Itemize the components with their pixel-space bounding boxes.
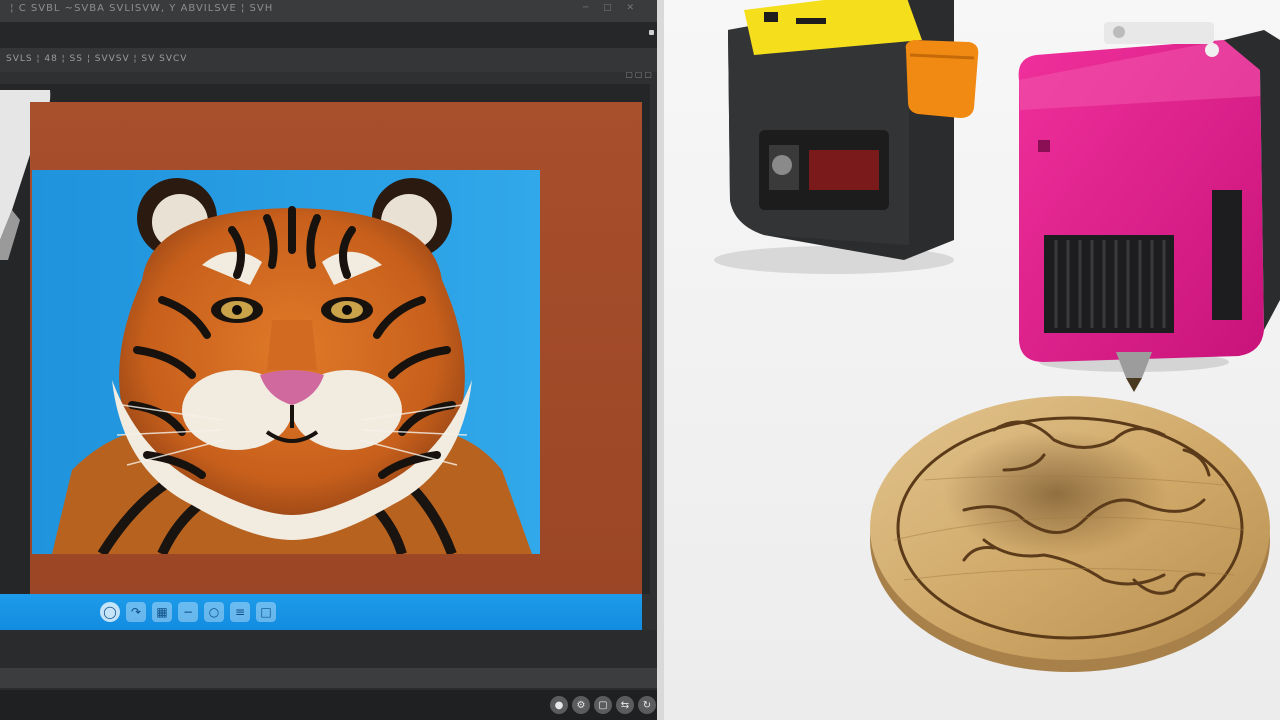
status-bar[interactable]: ◯ ↷ ▦ − ○ ≡ □ xyxy=(0,594,642,630)
minus-icon[interactable]: − xyxy=(178,602,198,622)
system-tray: ● ⚙ ▢ ⇆ ↻ xyxy=(550,696,656,714)
zoom-icon[interactable]: ○ xyxy=(204,602,224,622)
tiger-photo[interactable] xyxy=(32,170,540,554)
layers-icon[interactable]: ≡ xyxy=(230,602,250,622)
panel-controls-icon[interactable]: ▢▢▢ xyxy=(625,70,654,79)
droplet-icon[interactable]: ● xyxy=(550,696,568,714)
refresh-icon[interactable]: ↻ xyxy=(638,696,656,714)
cursor-icon[interactable]: ↷ xyxy=(126,602,146,622)
laser-engraver-photo xyxy=(664,0,1280,720)
window-controls[interactable]: ─ □ ✕ xyxy=(583,3,640,13)
options-bar[interactable]: SVLS ¦ 48 ¦ SS ¦ SVVSV ¦ SV SVCV xyxy=(0,48,660,72)
grid-icon[interactable]: ▦ xyxy=(152,602,172,622)
info-icon[interactable]: □ xyxy=(256,602,276,622)
monitor-icon[interactable]: ▢ xyxy=(594,696,612,714)
menu-bar[interactable] xyxy=(0,22,660,48)
timeline-strip xyxy=(0,668,660,688)
title-bar: ¦ C SVBL ~SVBA SVLISVW, Y ABVILSVE ¦ SVH… xyxy=(0,0,660,22)
options-bar-label: SVLS ¦ 48 ¦ SS ¦ SVVSV ¦ SV SVCV xyxy=(6,54,188,64)
globe-icon[interactable]: ◯ xyxy=(100,602,120,622)
menu-indicator-icon xyxy=(649,30,654,35)
image-divider xyxy=(657,0,664,720)
image-editor-window: ¦ C SVBL ~SVBA SVLISVW, Y ABVILSVE ¦ SVH… xyxy=(0,0,660,720)
sync-icon[interactable]: ⇆ xyxy=(616,696,634,714)
gear-icon[interactable]: ⚙ xyxy=(572,696,590,714)
window-title: ¦ C SVBL ~SVBA SVLISVW, Y ABVILSVE ¦ SVH xyxy=(6,3,274,14)
